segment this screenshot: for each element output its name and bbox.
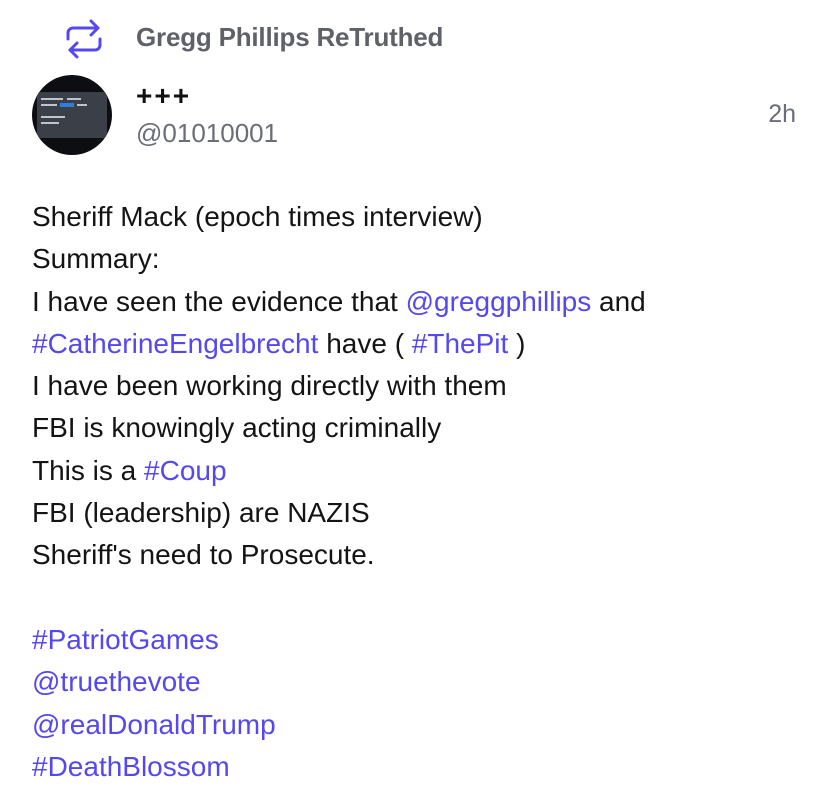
post-line: Sheriff's need to Prosecute. <box>32 539 375 571</box>
post-line: Summary: <box>32 243 160 275</box>
post-line: I have seen the evidence that @greggphil… <box>32 281 812 323</box>
post-line: I have been working directly with them <box>32 370 507 402</box>
post-text: have ( <box>318 327 412 359</box>
display-name[interactable]: +++ <box>136 80 191 112</box>
mention-link[interactable]: @realDonaldTrump <box>32 704 812 746</box>
avatar[interactable] <box>32 75 112 155</box>
hashtag-link[interactable]: #CatherineEngelbrecht <box>32 328 318 359</box>
retruth-label[interactable]: Gregg Phillips ReTruthed <box>136 22 443 53</box>
hashtag-link[interactable]: #ThePit <box>412 328 509 359</box>
retruth-indicator <box>62 18 106 60</box>
avatar-image <box>37 92 107 138</box>
post-line: FBI (leadership) are NAZIS <box>32 497 370 529</box>
post-text: ) <box>508 327 526 359</box>
hashtag-link[interactable]: #DeathBlossom <box>32 746 812 788</box>
post-text: I have seen the evidence that <box>32 285 406 317</box>
mention-link[interactable]: @truethevote <box>32 661 812 703</box>
post-line: FBI is knowingly acting criminally <box>32 412 442 444</box>
post-body: Sheriff Mack (epoch times interview) Sum… <box>32 196 812 788</box>
retruth-arrows-icon <box>62 19 106 59</box>
hashtag-link[interactable]: #PatriotGames <box>32 619 812 661</box>
post-text: and <box>591 285 646 317</box>
post-line: This is a #Coup <box>32 450 812 492</box>
post-text: This is a <box>32 454 145 486</box>
hashtag-link[interactable]: #Coup <box>144 455 227 486</box>
post-line: Sheriff Mack (epoch times interview) <box>32 201 483 232</box>
mention-link[interactable]: @greggphillips <box>406 286 592 317</box>
user-handle[interactable]: @01010001 <box>136 118 278 149</box>
post-line: #CatherineEngelbrecht have ( #ThePit ) <box>32 323 812 365</box>
post-timestamp[interactable]: 2h <box>768 100 796 129</box>
